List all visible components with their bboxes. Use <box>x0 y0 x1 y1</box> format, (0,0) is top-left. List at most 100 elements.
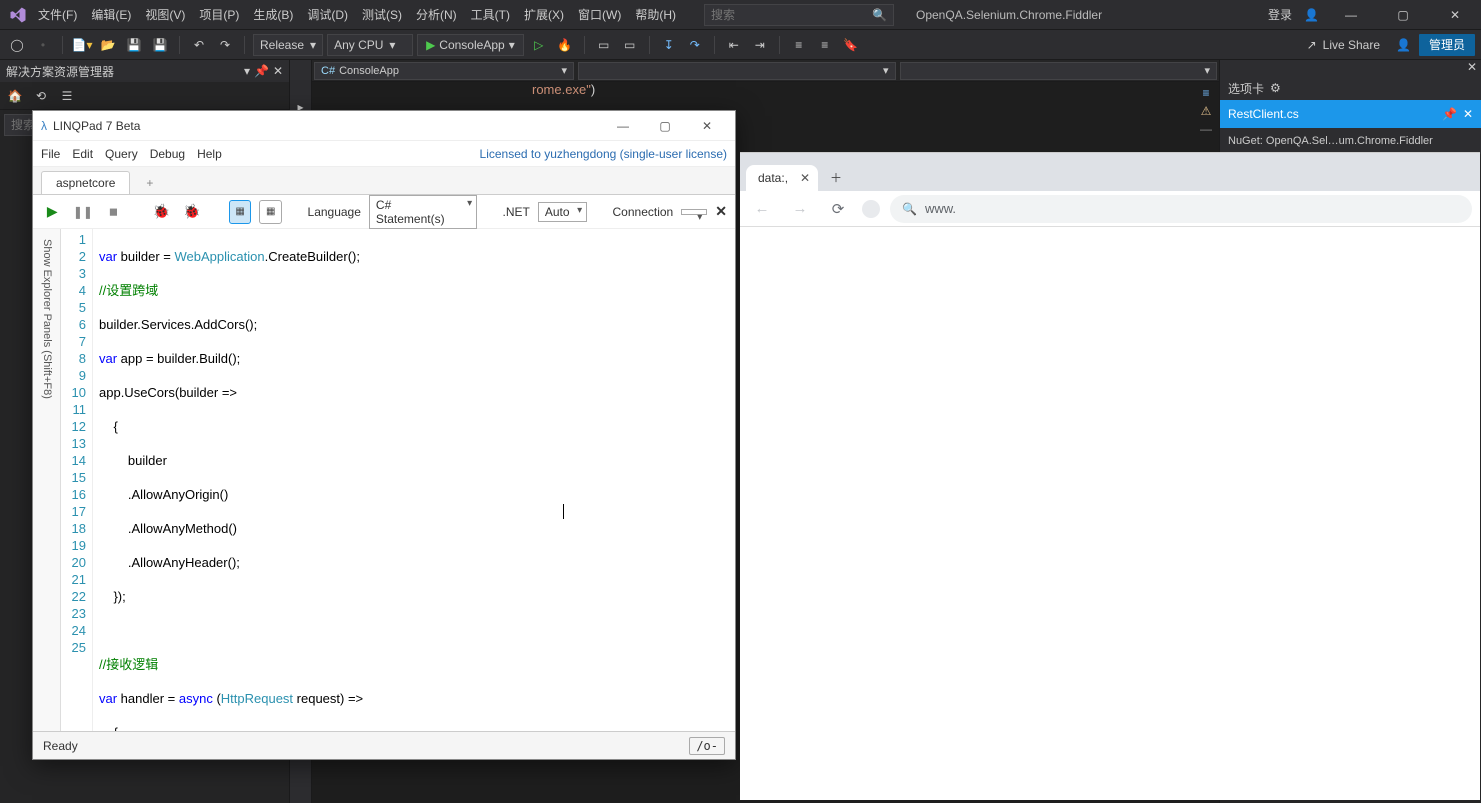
vs-login[interactable]: 登录 <box>1268 6 1292 23</box>
open-file-tab[interactable]: RestClient.cs 📌 ✕ <box>1220 100 1481 128</box>
save-icon[interactable]: 💾 <box>123 34 145 56</box>
vs-toolbar: ◯ • 📄▾ 📂 💾 💾 ↶ ↷ Release▾ Any CPU▾ ▶Cons… <box>0 30 1481 60</box>
feedback-icon[interactable]: 👤 <box>1396 38 1411 52</box>
menu-edit[interactable]: 编辑(E) <box>85 2 137 27</box>
bookmark-icon[interactable]: 🔖 <box>840 34 862 56</box>
browser-tab[interactable]: data:, ✕ <box>746 165 818 191</box>
linqpad-titlebar[interactable]: λ LINQPad 7 Beta — ▢ ✕ <box>33 111 735 141</box>
run-no-debug-icon[interactable]: ▷ <box>528 34 550 56</box>
config-combo[interactable]: Release▾ <box>253 34 323 56</box>
linqpad-close-button[interactable]: ✕ <box>687 112 727 140</box>
pin-icon[interactable]: 📌 <box>254 64 269 78</box>
browser-reload-button[interactable]: ⟳ <box>824 195 852 223</box>
menu-debug[interactable]: 调试(D) <box>301 2 354 27</box>
nav-fwd-icon[interactable]: • <box>32 34 54 56</box>
uncomment-icon[interactable]: ≡ <box>814 34 836 56</box>
lp-explorer-collapse-strip[interactable]: Show Explorer Panels (Shift+F8) <box>33 229 61 731</box>
close-panel-icon[interactable]: ✕ <box>273 64 283 78</box>
lp-bug-blue-icon[interactable]: 🐞 <box>181 200 204 224</box>
nuget-item[interactable]: NuGet: OpenQA.Sel…um.Chrome.Fiddler <box>1220 128 1481 154</box>
lp-menu-debug[interactable]: Debug <box>150 147 185 161</box>
close-icon[interactable]: ✕ <box>1463 107 1473 121</box>
tool-icon-1[interactable]: ▭ <box>593 34 615 56</box>
redo-icon[interactable]: ↷ <box>214 34 236 56</box>
lp-close-results-icon[interactable]: ✕ <box>715 203 727 220</box>
pin-icon[interactable]: 📌 <box>1442 107 1457 121</box>
warning-icon[interactable]: ⚠ <box>1201 104 1212 118</box>
live-share-button[interactable]: ↗ Live Share <box>1299 38 1388 52</box>
equals-icon[interactable]: ≡ <box>1202 86 1209 100</box>
step-into-icon[interactable]: ↧ <box>658 34 680 56</box>
undo-icon[interactable]: ↶ <box>188 34 210 56</box>
linqpad-status-right[interactable]: /o- <box>689 737 725 755</box>
platform-combo[interactable]: Any CPU▾ <box>327 34 413 56</box>
search-icon: 🔍 <box>902 202 917 216</box>
save-all-icon[interactable]: 💾 <box>149 34 171 56</box>
tool-icon-2[interactable]: ▭ <box>619 34 641 56</box>
minimize-button[interactable]: — <box>1331 1 1371 29</box>
browser-new-tab-button[interactable]: ＋ <box>822 163 850 191</box>
close-icon[interactable]: ✕ <box>800 171 810 185</box>
lp-pause-button[interactable]: ❚❚ <box>72 200 95 224</box>
linqpad-maximize-button[interactable]: ▢ <box>645 112 685 140</box>
se-sync-icon[interactable]: ⟲ <box>30 85 52 107</box>
linqpad-code-area[interactable]: 1234567891011121314151617181920212223242… <box>61 229 735 731</box>
new-item-icon[interactable]: 📄▾ <box>71 34 93 56</box>
browser-address-bar[interactable]: 🔍 <box>890 195 1472 223</box>
step-over-icon[interactable]: ↷ <box>684 34 706 56</box>
linqpad-code-lines[interactable]: var builder = WebApplication.CreateBuild… <box>93 229 735 731</box>
indent-icon-1[interactable]: ⇤ <box>723 34 745 56</box>
linqpad-tab-aspnetcore[interactable]: aspnetcore <box>41 171 130 194</box>
menu-window[interactable]: 窗口(W) <box>572 2 627 27</box>
lp-menu-help[interactable]: Help <box>197 147 222 161</box>
menu-help[interactable]: 帮助(H) <box>629 2 682 27</box>
crumb-project-combo[interactable]: C# ConsoleApp ▾ <box>314 62 574 80</box>
lp-results-rich-icon[interactable]: ▦ <box>229 200 252 224</box>
lp-menu-query[interactable]: Query <box>105 147 138 161</box>
gear-icon[interactable]: ⚙ <box>1270 81 1281 95</box>
menu-project[interactable]: 项目(P) <box>193 2 245 27</box>
lp-run-button[interactable]: ▶ <box>41 200 64 224</box>
linqpad-license: Licensed to yuzhengdong (single-user lic… <box>480 147 727 161</box>
close-button[interactable]: ✕ <box>1435 1 1475 29</box>
crumb-class-combo[interactable]: ▾ <box>578 62 896 80</box>
vs-search[interactable]: 🔍 <box>704 4 894 26</box>
dash-icon[interactable]: — <box>1200 122 1212 136</box>
close-icon[interactable]: ✕ <box>1467 60 1477 76</box>
share-icon: ↗ <box>1307 38 1317 52</box>
lp-net-combo[interactable]: Auto <box>538 202 587 222</box>
nav-back-icon[interactable]: ◯ <box>6 34 28 56</box>
lp-results-grid-icon[interactable]: ▦ <box>259 200 282 224</box>
lp-bug-red-icon[interactable]: 🐞 <box>150 200 173 224</box>
lp-menu-file[interactable]: File <box>41 147 60 161</box>
linqpad-new-tab-button[interactable]: + <box>132 172 167 194</box>
menu-ext[interactable]: 扩展(X) <box>518 2 570 27</box>
browser-forward-button[interactable]: → <box>786 195 814 223</box>
menu-analyze[interactable]: 分析(N) <box>410 2 463 27</box>
open-icon[interactable]: 📂 <box>97 34 119 56</box>
user-icon[interactable]: 👤 <box>1304 8 1319 22</box>
menu-file[interactable]: 文件(F) <box>32 2 83 27</box>
lp-connection-combo[interactable] <box>681 209 707 215</box>
menu-build[interactable]: 生成(B) <box>247 2 299 27</box>
linqpad-minimize-button[interactable]: — <box>603 112 643 140</box>
lp-menu-edit[interactable]: Edit <box>72 147 93 161</box>
maximize-button[interactable]: ▢ <box>1383 1 1423 29</box>
lp-stop-button[interactable]: ◼ <box>102 200 125 224</box>
dropdown-icon[interactable]: ▾ <box>244 64 250 78</box>
lp-language-combo[interactable]: C# Statement(s) <box>369 195 477 229</box>
vs-search-input[interactable] <box>711 8 872 22</box>
site-identity-icon[interactable] <box>862 200 880 218</box>
se-collapse-icon[interactable]: ☰ <box>56 85 78 107</box>
se-home-icon[interactable]: 🏠 <box>4 85 26 107</box>
crumb-member-combo[interactable]: ▾ <box>900 62 1218 80</box>
indent-icon-2[interactable]: ⇥ <box>749 34 771 56</box>
comment-icon[interactable]: ≡ <box>788 34 810 56</box>
menu-view[interactable]: 视图(V) <box>139 2 191 27</box>
run-button[interactable]: ▶ConsoleApp▾ <box>417 34 524 56</box>
hotreload-icon[interactable]: 🔥 <box>554 34 576 56</box>
browser-back-button[interactable]: ← <box>748 195 776 223</box>
browser-address-input[interactable] <box>925 201 1460 216</box>
menu-test[interactable]: 测试(S) <box>356 2 408 27</box>
menu-tools[interactable]: 工具(T) <box>465 2 516 27</box>
